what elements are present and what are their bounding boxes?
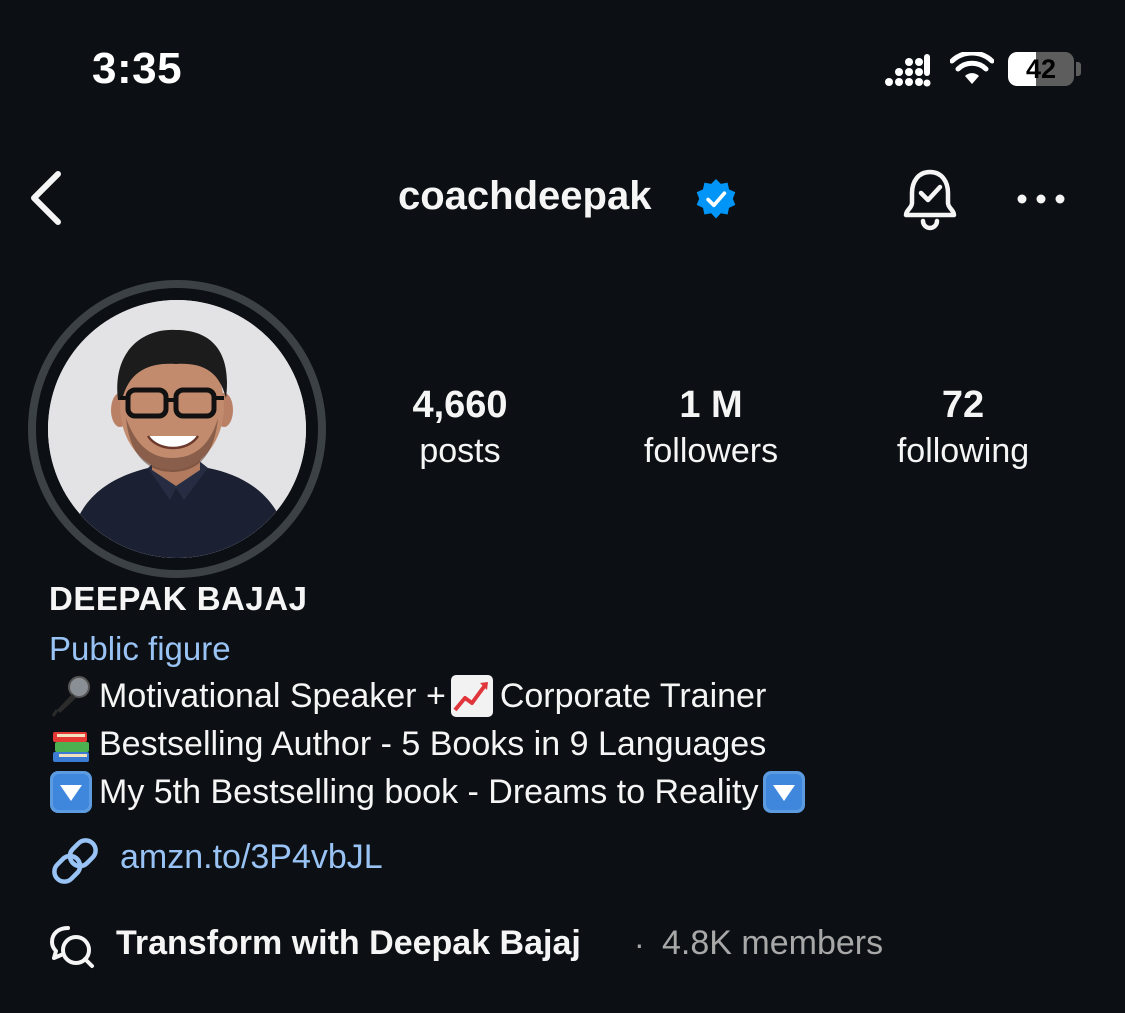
channel-name[interactable]: Transform with Deepak Bajaj — [116, 924, 581, 963]
bio-line-1-text-b: Corporate Trainer — [499, 676, 767, 715]
profile-full-name: DEEPAK BAJAJ — [49, 580, 308, 617]
followers-label: followers — [643, 432, 779, 470]
profile-username: coachdeepak — [398, 174, 652, 218]
avatar-ring — [28, 280, 326, 578]
bio-line-2: Bestselling Author - 5 Books in 9 Langua… — [49, 722, 766, 766]
books-icon — [53, 732, 89, 762]
following-label: following — [896, 432, 1030, 470]
more-options-icon[interactable] — [1012, 188, 1070, 210]
profile-category: Public figure — [49, 630, 231, 667]
status-time: 3:35 — [92, 44, 183, 93]
posts-value: 4,660 — [412, 384, 508, 426]
channel-separator: · — [634, 926, 645, 962]
verified-badge-icon — [696, 179, 736, 219]
following-value: 72 — [941, 384, 985, 426]
back-chevron-icon[interactable] — [26, 168, 66, 228]
microphone-icon — [51, 676, 90, 717]
bio-line-2-text: Bestselling Author - 5 Books in 9 Langua… — [99, 724, 767, 763]
chart-increasing-icon — [450, 675, 493, 717]
battery-tip — [1076, 62, 1081, 76]
profile-link[interactable]: amzn.to/3P4vbJL — [120, 838, 383, 877]
wifi-icon — [950, 52, 994, 84]
bio-line-3-text: My 5th Bestselling book - Dreams to Real… — [99, 772, 759, 811]
bio-line-3: My 5th Bestselling book - Dreams to Real… — [49, 770, 806, 814]
battery-percent: 42 — [1025, 54, 1057, 84]
posts-count[interactable]: 4,660 posts — [350, 382, 570, 474]
down-arrow-button-icon — [763, 771, 806, 813]
followers-count[interactable]: 1 M followers — [601, 382, 821, 474]
notification-bell-icon[interactable] — [897, 166, 963, 232]
down-arrow-button-icon — [50, 771, 92, 813]
bio-line-1: Motivational Speaker + Corporate Trainer — [49, 674, 766, 718]
posts-label: posts — [419, 432, 501, 470]
cellular-signal-icon — [885, 54, 931, 87]
followers-value: 1 M — [679, 384, 743, 426]
link-icon — [52, 838, 98, 884]
broadcast-channel-icon — [50, 926, 94, 968]
avatar-photo — [48, 300, 306, 558]
channel-member-count: 4.8K members — [662, 924, 884, 962]
avatar[interactable] — [48, 300, 306, 558]
following-count[interactable]: 72 following — [853, 382, 1073, 474]
bio-line-1-text-a: Motivational Speaker + — [99, 676, 446, 715]
battery-icon: 42 — [1008, 52, 1074, 86]
